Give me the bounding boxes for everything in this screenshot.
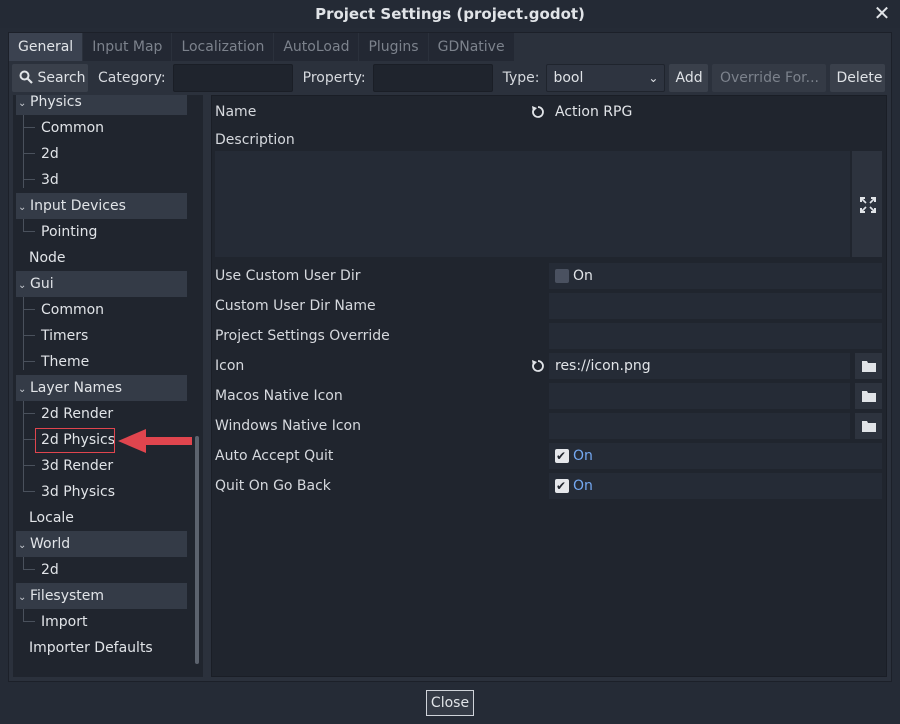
windows-native-icon-field[interactable] <box>549 413 850 439</box>
override-for-button[interactable]: Override For... <box>712 64 827 92</box>
section-tree: ⌄ Physics Common 2d 3d ⌄ Input Devices Poi… <box>13 95 203 677</box>
prop-auto-accept-quit-label: Auto Accept Quit <box>215 448 334 464</box>
windows-icon-browse-button[interactable] <box>855 413 882 439</box>
revert-icon[interactable] <box>531 359 545 373</box>
tab-gdnative[interactable]: GDNative <box>428 33 515 61</box>
chevron-down-icon: ⌄ <box>18 280 27 291</box>
tab-bar: General Input Map Localization AutoLoad … <box>9 33 515 61</box>
highlight-box <box>35 428 115 453</box>
search-icon <box>19 70 33 84</box>
chevron-down-icon: ⌄ <box>18 202 27 213</box>
type-label: Type: <box>502 70 540 86</box>
prop-quit-on-go-back-label: Quit On Go Back <box>215 478 331 494</box>
project-settings-override-field[interactable] <box>549 323 882 349</box>
prop-macos-native-icon-label: Macos Native Icon <box>215 388 343 404</box>
folder-icon <box>862 421 876 432</box>
close-button[interactable]: Close <box>426 690 474 716</box>
tab-localization[interactable]: Localization <box>172 33 275 61</box>
property-label: Property: <box>302 70 366 86</box>
tree-item-gui-theme[interactable]: Theme <box>41 349 89 375</box>
chevron-down-icon: ⌄ <box>18 592 27 603</box>
tab-input-map[interactable]: Input Map <box>83 33 173 61</box>
tree-scrollbar[interactable] <box>195 436 199 664</box>
tree-item-locale[interactable]: Locale <box>29 505 74 531</box>
tree-item-node[interactable]: Node <box>29 245 66 271</box>
tree-item-3d-render[interactable]: 3d Render <box>41 453 113 479</box>
property-input[interactable] <box>372 64 493 92</box>
tree-item-world-2d[interactable]: 2d <box>41 557 59 583</box>
tree-category-filesystem[interactable]: ⌄ Filesystem <box>16 583 187 609</box>
chevron-down-icon: ⌄ <box>18 384 27 395</box>
icon-path-field[interactable]: res://icon.png <box>549 353 850 379</box>
window-title: Project Settings (project.godot) <box>315 5 585 23</box>
checkbox-checked-icon: ✔ <box>555 479 569 493</box>
tree-category-physics[interactable]: ⌄ Physics <box>16 95 187 115</box>
tree-category-input-devices[interactable]: ⌄ Input Devices <box>16 193 187 219</box>
window-titlebar: Project Settings (project.godot) <box>0 0 900 28</box>
chevron-down-icon: ⌄ <box>648 71 659 85</box>
tree-item-3d-physics[interactable]: 3d Physics <box>41 479 115 505</box>
auto-accept-quit-checkbox[interactable]: ✔ On <box>549 443 882 469</box>
chevron-down-icon: ⌄ <box>18 98 27 109</box>
type-select-value: bool <box>553 70 584 86</box>
tab-plugins[interactable]: Plugins <box>359 33 429 61</box>
expand-icon <box>860 197 876 213</box>
close-icon[interactable]: ✕ <box>870 0 894 28</box>
prop-description-label: Description <box>215 132 295 148</box>
tree-item-gui-timers[interactable]: Timers <box>41 323 88 349</box>
tree-item-physics-2d[interactable]: 2d <box>41 141 59 167</box>
tree-category-world[interactable]: ⌄ World <box>16 531 187 557</box>
annotation-arrow-icon <box>118 429 192 453</box>
prop-name-field[interactable]: Action RPG <box>549 99 882 125</box>
chevron-down-icon: ⌄ <box>18 540 27 551</box>
category-input[interactable] <box>172 64 293 92</box>
add-button[interactable]: Add <box>669 64 709 92</box>
revert-icon[interactable] <box>531 105 545 119</box>
tree-item-importer-defaults[interactable]: Importer Defaults <box>29 635 153 661</box>
macos-icon-browse-button[interactable] <box>855 383 882 409</box>
search-button-label: Search <box>37 70 86 86</box>
tree-item-gui-common[interactable]: Common <box>41 297 104 323</box>
checkbox-label: On <box>573 448 593 464</box>
tab-autoload[interactable]: AutoLoad <box>274 33 360 61</box>
prop-project-settings-override-label: Project Settings Override <box>215 328 390 344</box>
tree-item-physics-common[interactable]: Common <box>41 115 104 141</box>
quit-on-go-back-checkbox[interactable]: ✔ On <box>549 473 882 499</box>
expand-button[interactable] <box>852 151 882 257</box>
prop-use-custom-user-dir-label: Use Custom User Dir <box>215 268 361 284</box>
icon-browse-button[interactable] <box>855 353 882 379</box>
checkbox-label: On <box>573 478 593 494</box>
tree-item-2d-render[interactable]: 2d Render <box>41 401 113 427</box>
description-textarea[interactable] <box>215 151 850 257</box>
tree-category-gui[interactable]: ⌄ Gui <box>16 271 187 297</box>
tree-item-pointing[interactable]: Pointing <box>41 219 97 245</box>
checkbox-unchecked-icon <box>555 269 569 283</box>
tree-category-layer-names[interactable]: ⌄ Layer Names <box>16 375 187 401</box>
custom-user-dir-name-field[interactable] <box>549 293 882 319</box>
tab-general[interactable]: General <box>9 33 84 61</box>
search-button[interactable]: Search <box>12 64 88 92</box>
checkbox-checked-icon: ✔ <box>555 449 569 463</box>
prop-icon-label: Icon <box>215 358 245 374</box>
settings-toolbar: Search Category: Property: Type: bool ⌄ … <box>12 64 888 92</box>
folder-icon <box>862 361 876 372</box>
tree-item-import[interactable]: Import <box>41 609 87 635</box>
macos-native-icon-field[interactable] <box>549 383 850 409</box>
type-select[interactable]: bool ⌄ <box>546 64 666 92</box>
use-custom-user-dir-checkbox[interactable]: On <box>549 263 882 289</box>
tree-item-physics-3d[interactable]: 3d <box>41 167 59 193</box>
folder-icon <box>862 391 876 402</box>
prop-name-label: Name <box>215 104 257 120</box>
prop-windows-native-icon-label: Windows Native Icon <box>215 418 361 434</box>
prop-custom-user-dir-name-label: Custom User Dir Name <box>215 298 376 314</box>
category-label: Category: <box>98 70 166 86</box>
delete-button[interactable]: Delete <box>830 64 886 92</box>
checkbox-label: On <box>573 268 593 284</box>
